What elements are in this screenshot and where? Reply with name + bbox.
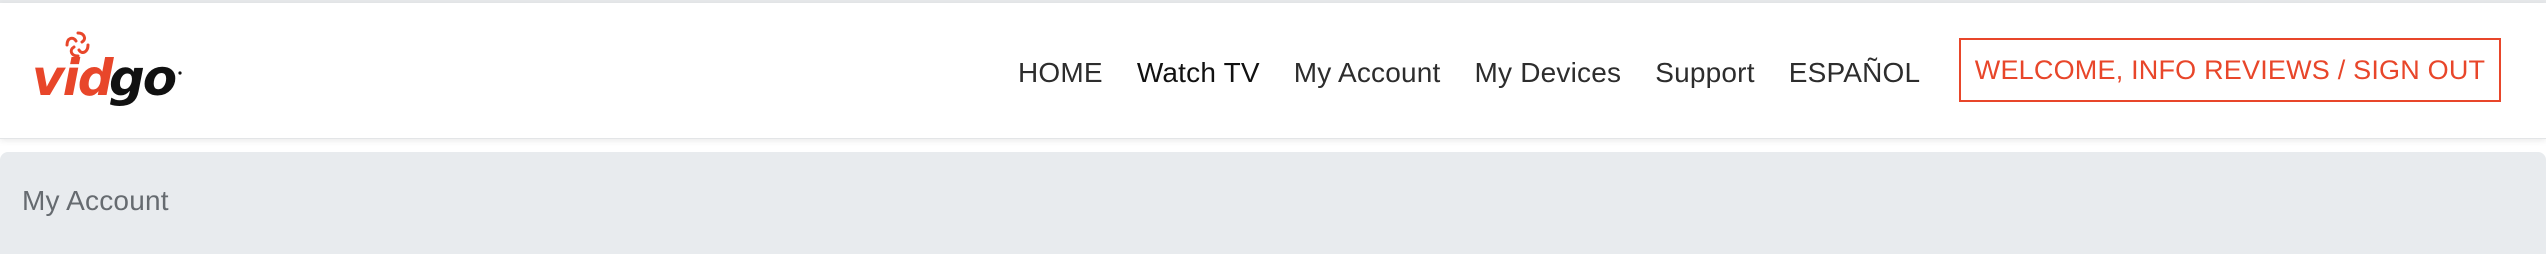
nav-my-devices-link[interactable]: My Devices [1475, 57, 1622, 89]
main-nav: HOME Watch TV My Account My Devices Supp… [1018, 41, 1920, 105]
nav-espanol-link[interactable]: ESPAÑOL [1789, 57, 1921, 89]
svg-text:go: go [109, 49, 176, 107]
page-title-bar: My Account [0, 152, 2546, 254]
nav-my-account-link[interactable]: My Account [1294, 57, 1441, 89]
svg-text:vid: vid [32, 49, 115, 107]
vidgo-logo[interactable]: vid go [30, 27, 190, 117]
nav-home-link[interactable]: HOME [1018, 57, 1103, 89]
nav-watch-tv-link[interactable]: Watch TV [1137, 57, 1260, 89]
page-title: My Account [22, 185, 169, 216]
site-header: vid go HOME Watch TV My Account My Devic… [0, 3, 2546, 139]
welcome-sign-out-button[interactable]: WELCOME, INFO REVIEWS / SIGN OUT [1959, 38, 2501, 102]
nav-support-link[interactable]: Support [1655, 57, 1754, 89]
